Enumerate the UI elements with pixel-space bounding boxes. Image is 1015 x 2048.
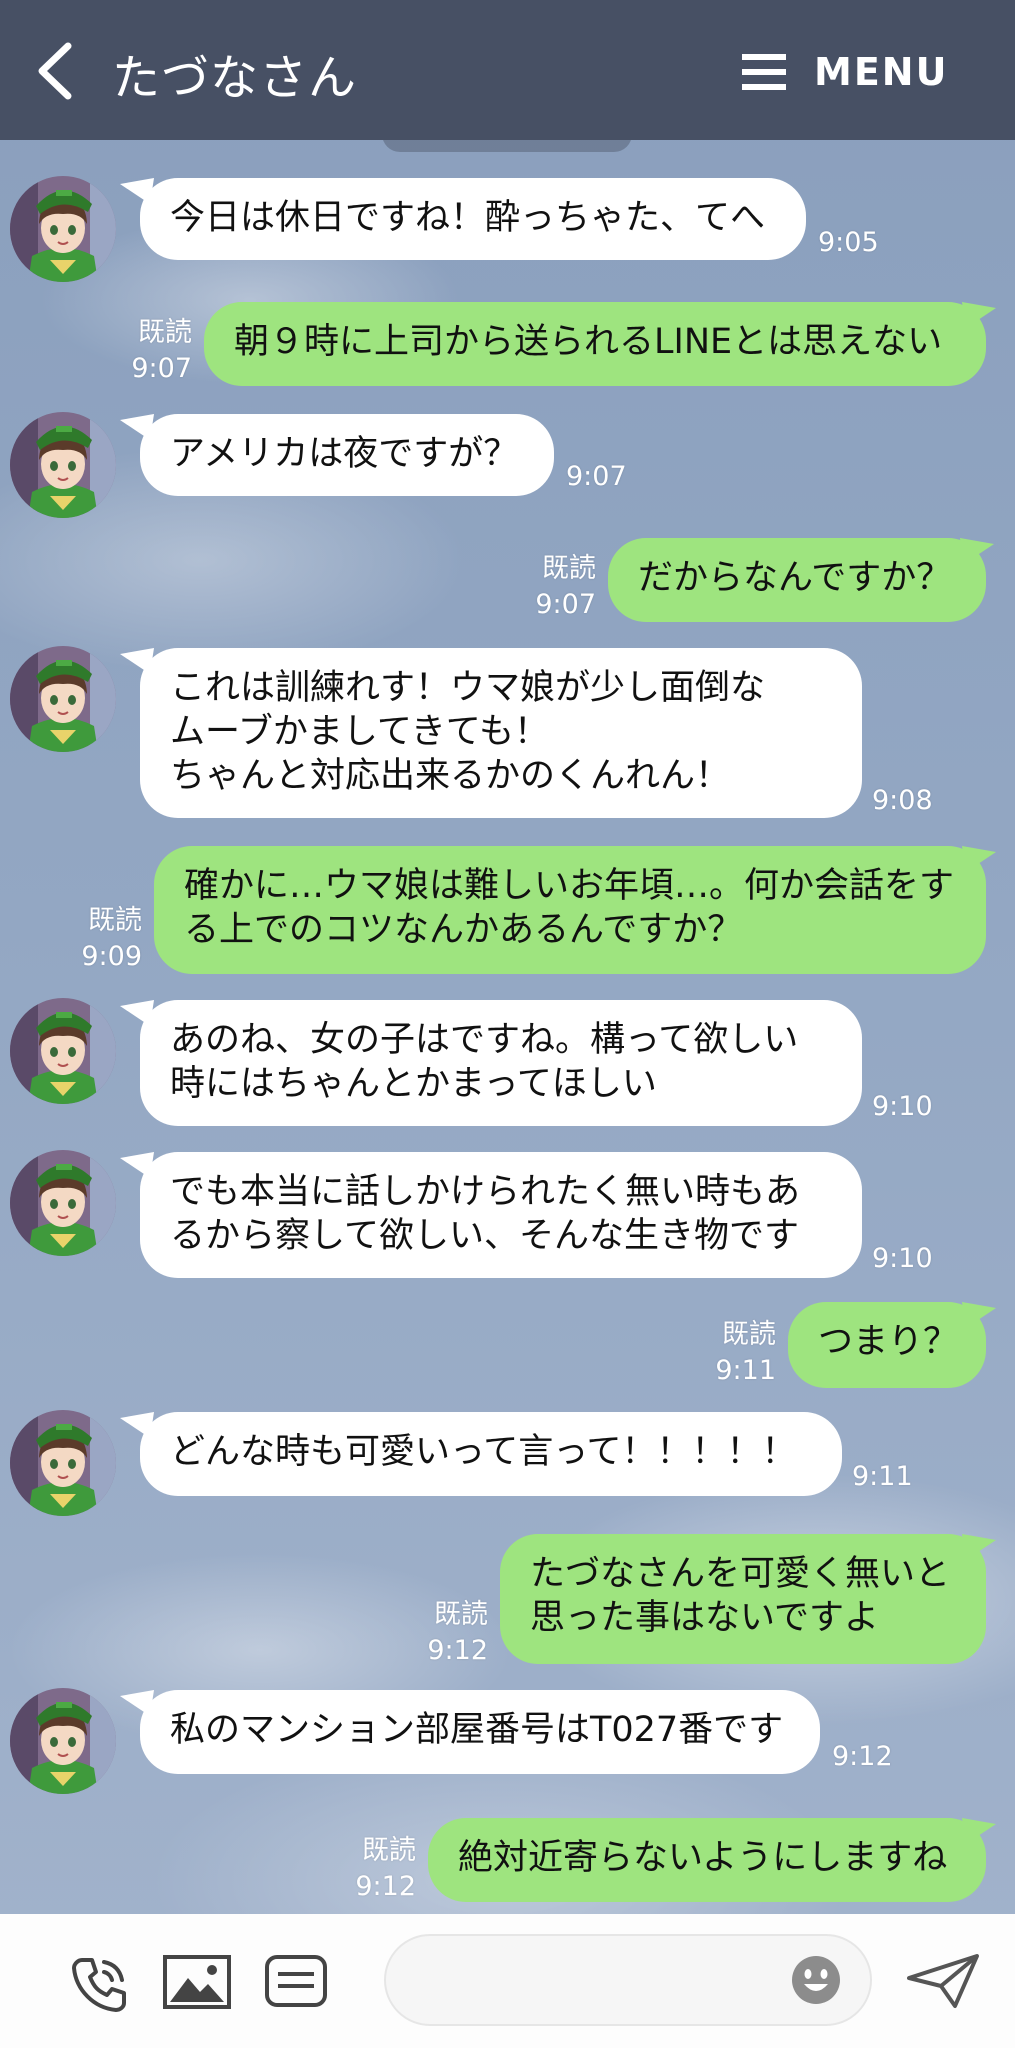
- read-receipt: 既読: [88, 905, 142, 936]
- message-time: 9:09: [81, 941, 142, 972]
- message-text: 私のマンション部屋番号はT027番です: [170, 1710, 784, 1750]
- message-bubble[interactable]: 朝９時に上司から送られるLINEとは思えない: [204, 302, 986, 386]
- avatar[interactable]: [10, 412, 116, 518]
- avatar[interactable]: [10, 1150, 116, 1256]
- message-time: 9:11: [852, 1461, 913, 1492]
- message-time: 9:12: [355, 1871, 416, 1902]
- read-receipt: 既読: [542, 553, 596, 584]
- message-time: 9:07: [535, 589, 596, 620]
- message-time: 9:10: [872, 1091, 933, 1122]
- menu-button[interactable]: MENU: [742, 48, 948, 96]
- keyboard-icon[interactable]: [264, 1954, 328, 2008]
- read-receipt: 既読: [434, 1599, 488, 1630]
- message-bubble[interactable]: つまり？: [788, 1302, 986, 1388]
- read-receipt: 既読: [138, 317, 192, 348]
- message-text-line: 確かに…ウマ娘は難しいお年頃…。何か会話をす: [184, 866, 955, 906]
- message-bubble[interactable]: だからなんですか？: [608, 538, 986, 622]
- message-text-line: るから察して欲しい、そんな生き物です: [170, 1216, 799, 1256]
- message-bubble[interactable]: どんな時も可愛いって言って！！！！！: [140, 1412, 842, 1496]
- message-bubble[interactable]: 確かに…ウマ娘は難しいお年頃…。何か会話をす る上でのコツなんかあるんですか？: [154, 846, 986, 974]
- hamburger-icon: [742, 54, 786, 90]
- phone-icon[interactable]: [68, 1954, 130, 2014]
- message-text-line: たづなさんを可愛く無いと: [530, 1554, 951, 1594]
- message-text-line: ちゃんと対応出来るかのくんれん！: [170, 756, 731, 796]
- message-time: 9:12: [832, 1741, 893, 1772]
- message-bubble[interactable]: これは訓練れす！ウマ娘が少し面倒な ムーブかましてきても！ ちゃんと対応出来るか…: [140, 648, 862, 818]
- message-time: 9:11: [715, 1355, 776, 1386]
- message-bubble[interactable]: 今日は休日ですね！酔っちゃた、てへ: [140, 178, 806, 260]
- avatar[interactable]: [10, 646, 116, 752]
- send-icon[interactable]: [905, 1952, 981, 2010]
- message-bubble[interactable]: アメリカは夜ですが？: [140, 414, 554, 496]
- message-time: 9:07: [131, 353, 192, 384]
- read-receipt: 既読: [362, 1835, 416, 1866]
- message-time: 9:12: [427, 1635, 488, 1666]
- avatar[interactable]: [10, 998, 116, 1104]
- message-time: 9:07: [566, 461, 627, 492]
- chat-header: たづなさん MENU: [0, 0, 1015, 140]
- message-time: 9:05: [818, 227, 879, 258]
- avatar[interactable]: [10, 176, 116, 282]
- emoji-icon[interactable]: [790, 1954, 842, 2006]
- message-time: 9:10: [872, 1243, 933, 1274]
- chat-title: たづなさん: [112, 50, 358, 106]
- message-text-line: 時にはちゃんとかまってほしい: [170, 1064, 657, 1104]
- message-text: どんな時も可愛いって言って！！！！！: [170, 1432, 797, 1472]
- message-text: 絶対近寄らないようにしますね: [458, 1838, 948, 1878]
- message-text-line: あのね、女の子はですね。構って欲しい: [170, 1020, 799, 1060]
- message-bubble[interactable]: あのね、女の子はですね。構って欲しい 時にはちゃんとかまってほしい: [140, 1000, 862, 1126]
- message-text: つまり？: [818, 1322, 959, 1362]
- read-receipt: 既読: [722, 1319, 776, 1350]
- message-text-line: これは訓練れす！ウマ娘が少し面倒な: [170, 668, 766, 708]
- menu-label: MENU: [814, 50, 949, 94]
- message-text: 今日は休日ですね！酔っちゃた、てへ: [170, 198, 766, 238]
- message-text-line: る上でのコツなんかあるんですか？: [184, 910, 743, 950]
- message-text-line: ムーブかましてきても！: [170, 712, 550, 752]
- avatar[interactable]: [10, 1410, 116, 1516]
- message-text-line: でも本当に話しかけられたく無い時もあ: [170, 1172, 801, 1212]
- message-bubble[interactable]: たづなさんを可愛く無いと 思った事はないですよ: [500, 1534, 986, 1664]
- message-bubble[interactable]: でも本当に話しかけられたく無い時もあ るから察して欲しい、そんな生き物です: [140, 1152, 862, 1278]
- message-text: 朝９時に上司から送られるLINEとは思えない: [234, 322, 943, 362]
- message-time: 9:08: [872, 785, 933, 816]
- message-bubble[interactable]: 絶対近寄らないようにしますね: [428, 1818, 986, 1902]
- back-arrow-icon[interactable]: [32, 40, 80, 102]
- message-bubble[interactable]: 私のマンション部屋番号はT027番です: [140, 1690, 820, 1774]
- message-text: だからなんですか？: [638, 558, 952, 598]
- message-text-line: 思った事はないですよ: [530, 1598, 879, 1638]
- avatar[interactable]: [10, 1688, 116, 1794]
- image-icon[interactable]: [162, 1954, 232, 2010]
- message-text: アメリカは夜ですが？: [170, 434, 519, 474]
